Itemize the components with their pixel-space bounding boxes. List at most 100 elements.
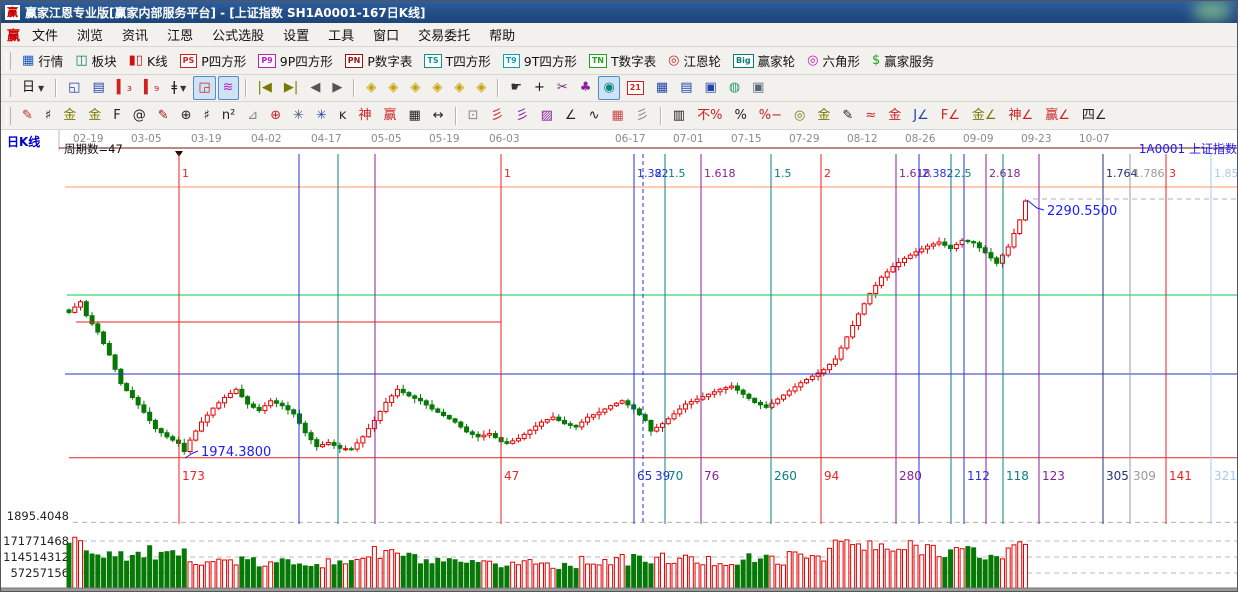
k-mark-tool[interactable]: ĸ xyxy=(334,104,352,128)
shift-left-button[interactable]: ◈ xyxy=(361,76,381,100)
si-angle-tool[interactable]: 四∠ xyxy=(1077,104,1112,128)
no-percent-tool[interactable]: 不% xyxy=(692,104,727,128)
gold-red-tool[interactable]: 金 xyxy=(883,104,906,128)
grid-fine-tool[interactable]: ▦ xyxy=(606,104,628,128)
marker-pen-tool[interactable]: ✎ xyxy=(153,104,174,128)
gann-wheel-button[interactable]: ◎江恩轮 xyxy=(663,49,726,73)
red-rays-tool[interactable]: 彡 xyxy=(486,104,509,128)
menu-item-2[interactable]: 资讯 xyxy=(122,25,148,44)
profile-chart-tool[interactable]: ≋ xyxy=(218,76,239,100)
wave-band-tool[interactable]: ≈ xyxy=(860,104,881,128)
pen-bars-tool[interactable]: ✎ xyxy=(837,104,858,128)
menu-item-7[interactable]: 窗口 xyxy=(373,25,399,44)
p-table-button[interactable]: PNP数字表 xyxy=(340,49,418,73)
compress-all-button[interactable]: ◈ xyxy=(471,76,491,100)
j-angle-tool[interactable]: J∠ xyxy=(908,104,934,128)
volume-bar xyxy=(937,557,941,589)
pattern-zone-tool[interactable]: ◲ xyxy=(193,76,215,100)
dropper-dropdown[interactable]: ǂ▼ xyxy=(166,76,191,100)
gann-web-dense-tool[interactable]: ✳ xyxy=(311,104,332,128)
gann-pen-tool[interactable]: ✎ xyxy=(17,104,38,128)
f-angle-tool[interactable]: F∠ xyxy=(936,104,965,128)
fib-grid-tool[interactable]: F xyxy=(108,104,125,128)
calculator-button[interactable]: ▦ xyxy=(651,76,673,100)
menu-item-6[interactable]: 工具 xyxy=(328,25,354,44)
bar-width-tool[interactable]: ↔ xyxy=(428,104,449,128)
time-ruler-tool[interactable]: ♯ xyxy=(199,104,215,128)
mirror-angle-tool[interactable]: ⊿ xyxy=(242,104,263,128)
9t-square-button[interactable]: T99T四方形 xyxy=(498,49,582,73)
winner-service-button[interactable]: $赢家服务 xyxy=(867,49,939,73)
hexagon-button[interactable]: ◎六角形 xyxy=(802,49,865,73)
remote-data-button[interactable]: ▣ xyxy=(747,76,769,100)
calendar-button[interactable]: 21 xyxy=(622,76,649,100)
angle-line-tool[interactable]: ∠ xyxy=(560,104,582,128)
hatch-tool[interactable]: 彡 xyxy=(631,104,654,128)
kline-style-dropdown-icon: 日 xyxy=(22,78,35,98)
n-square-tool[interactable]: n² xyxy=(217,104,240,128)
scale-list-tool[interactable]: ▥ xyxy=(668,104,690,128)
crosshair-tool[interactable]: + xyxy=(529,76,550,100)
last-bar-button[interactable]: ▶| xyxy=(279,76,303,100)
save-button[interactable]: ▣ xyxy=(700,76,722,100)
gold-circle-tool[interactable]: ◎ xyxy=(789,104,810,128)
web-data-button[interactable]: ◍ xyxy=(724,76,745,100)
shade-box-tool[interactable]: ▨ xyxy=(536,104,558,128)
shen-grid-tool[interactable]: 神 xyxy=(353,104,376,128)
menu-item-3[interactable]: 江恩 xyxy=(167,25,193,44)
number-grid-tool[interactable]: ▦ xyxy=(403,104,425,128)
sectors-button[interactable]: ◫板块 xyxy=(70,49,121,73)
compress-3-tool[interactable]: ▍₃ xyxy=(112,76,137,100)
chart-canvas[interactable]: 日K线02-1903-0503-1904-0204-1705-0505-1906… xyxy=(1,130,1238,592)
volume-bar xyxy=(459,562,463,589)
brain-pattern-tool[interactable]: ◉ xyxy=(598,76,619,100)
notes-button[interactable]: ▤ xyxy=(675,76,697,100)
gold-angle-tool[interactable]: 金∠ xyxy=(967,104,1002,128)
percent-line-tool[interactable]: %− xyxy=(754,104,787,128)
flower-tool[interactable]: ♣ xyxy=(575,76,597,100)
menu-item-5[interactable]: 设置 xyxy=(283,25,309,44)
info-panel-tool[interactable]: ▤ xyxy=(87,76,109,100)
region-zoom-tool[interactable]: ◱ xyxy=(63,76,85,100)
menu-item-8[interactable]: 交易委托 xyxy=(418,25,470,44)
next-bar-button[interactable]: ▶ xyxy=(327,76,347,100)
expand-horizontal-button[interactable]: ◈ xyxy=(405,76,425,100)
purple-rays-tool[interactable]: 彡 xyxy=(511,104,534,128)
prev-bar-button[interactable]: ◀ xyxy=(305,76,325,100)
gold-square-tool[interactable]: 金 xyxy=(83,104,106,128)
expand-all-button[interactable]: ◈ xyxy=(449,76,469,100)
percent-tool[interactable]: % xyxy=(729,104,751,128)
shen-angle-tool[interactable]: 神∠ xyxy=(1004,104,1039,128)
gold-level-tool[interactable]: 金 xyxy=(812,104,835,128)
menu-item-4[interactable]: 公式选股 xyxy=(212,25,264,44)
box-select-tool[interactable]: ⊡ xyxy=(463,104,484,128)
title-bar[interactable]: 赢 赢家江恩专业版[赢家内部服务平台] - [上证指数 SH1A0001-167… xyxy=(1,1,1237,23)
hand-drag-tool[interactable]: ☛ xyxy=(505,76,527,100)
volume-bar xyxy=(522,561,526,589)
p-square-button[interactable]: PSP四方形 xyxy=(175,49,252,73)
compress-9-tool[interactable]: ▍₉ xyxy=(139,76,164,100)
menu-item-9[interactable]: 帮助 xyxy=(489,25,515,44)
menu-item-1[interactable]: 浏览 xyxy=(77,25,103,44)
ying-grid-tool[interactable]: 赢 xyxy=(378,104,401,128)
compress-horizontal-button[interactable]: ◈ xyxy=(427,76,447,100)
spiral-tool[interactable]: @ xyxy=(128,104,151,128)
gann-target-tool[interactable]: ⊕ xyxy=(265,104,286,128)
kline-style-dropdown[interactable]: 日▼ xyxy=(17,76,49,100)
shift-right-button[interactable]: ◈ xyxy=(383,76,403,100)
ying-angle-tool[interactable]: 赢∠ xyxy=(1040,104,1075,128)
measure-tool[interactable]: ✂ xyxy=(552,76,573,100)
kline-button[interactable]: ▮▯K线 xyxy=(124,49,173,73)
circle-cross-tool[interactable]: ⊕ xyxy=(176,104,197,128)
gann-web-tool[interactable]: ✳ xyxy=(288,104,309,128)
t-table-button[interactable]: TNT数字表 xyxy=(584,49,661,73)
first-bar-button[interactable]: |◀ xyxy=(253,76,277,100)
grid-ruler-tool[interactable]: ♯ xyxy=(40,104,56,128)
gold-square-small-tool[interactable]: 金 xyxy=(58,104,81,128)
9p-square-button[interactable]: P99P四方形 xyxy=(253,49,337,73)
winner-wheel-button[interactable]: Big赢家轮 xyxy=(728,49,800,73)
quotes-button[interactable]: ▦行情 xyxy=(17,49,68,73)
t-square-button[interactable]: TST四方形 xyxy=(419,49,495,73)
menu-item-0[interactable]: 文件 xyxy=(32,25,58,44)
wave-tool[interactable]: ∿ xyxy=(584,104,605,128)
